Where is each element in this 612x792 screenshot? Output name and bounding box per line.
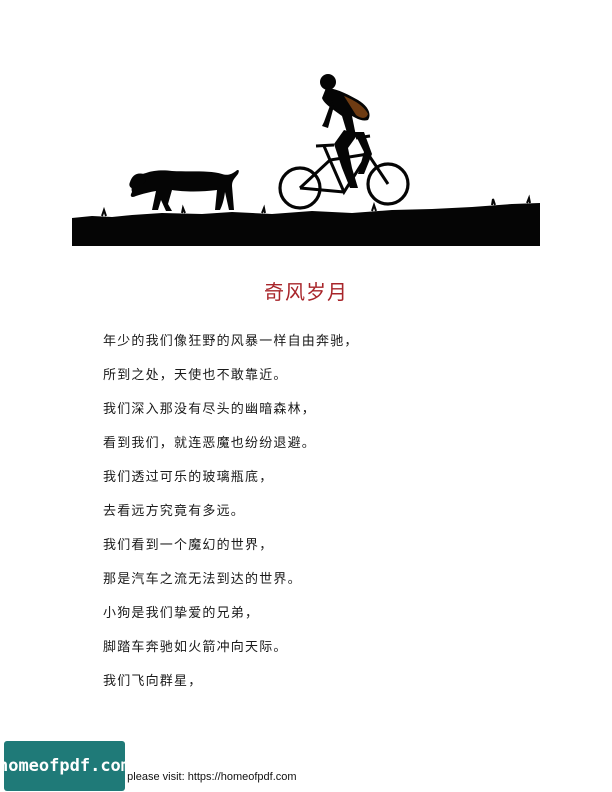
- poem-line: 年少的我们像狂野的风暴一样自由奔驰，: [103, 334, 359, 349]
- dog-silhouette: [130, 170, 239, 211]
- cyclist-dog-silhouette: [72, 74, 540, 246]
- poem-line: 脚踏车奔驰如火箭冲向天际。: [103, 640, 288, 655]
- poem-line: 小狗是我们挚爱的兄弟，: [103, 606, 260, 621]
- poem-line: 看到我们，就连恶魔也纷纷退避。: [103, 436, 317, 451]
- poem-body: 年少的我们像狂野的风暴一样自由奔驰， 所到之处，天使也不敢靠近。 我们深入那没有…: [103, 334, 359, 708]
- homeofpdf-badge-link[interactable]: homeofpdf.com: [0, 741, 131, 791]
- ground: [72, 203, 540, 246]
- poem-line: 所到之处，天使也不敢靠近。: [103, 368, 288, 383]
- poem-line: 我们看到一个魔幻的世界，: [103, 538, 274, 553]
- poem-line: 我们深入那没有尽头的幽暗森林，: [103, 402, 317, 417]
- footer-visit-text: e please visit: https://homeofpdf.com: [118, 771, 297, 783]
- poem-line: 我们飞向群星，: [103, 674, 203, 689]
- rider-silhouette: [320, 74, 372, 188]
- poem-line: 我们透过可乐的玻璃瓶底，: [103, 470, 274, 485]
- poem-line: 去看远方究竟有多远。: [103, 504, 246, 519]
- poem-title: 奇风岁月: [264, 280, 348, 304]
- poem-line: 那是汽车之流无法到达的世界。: [103, 572, 302, 587]
